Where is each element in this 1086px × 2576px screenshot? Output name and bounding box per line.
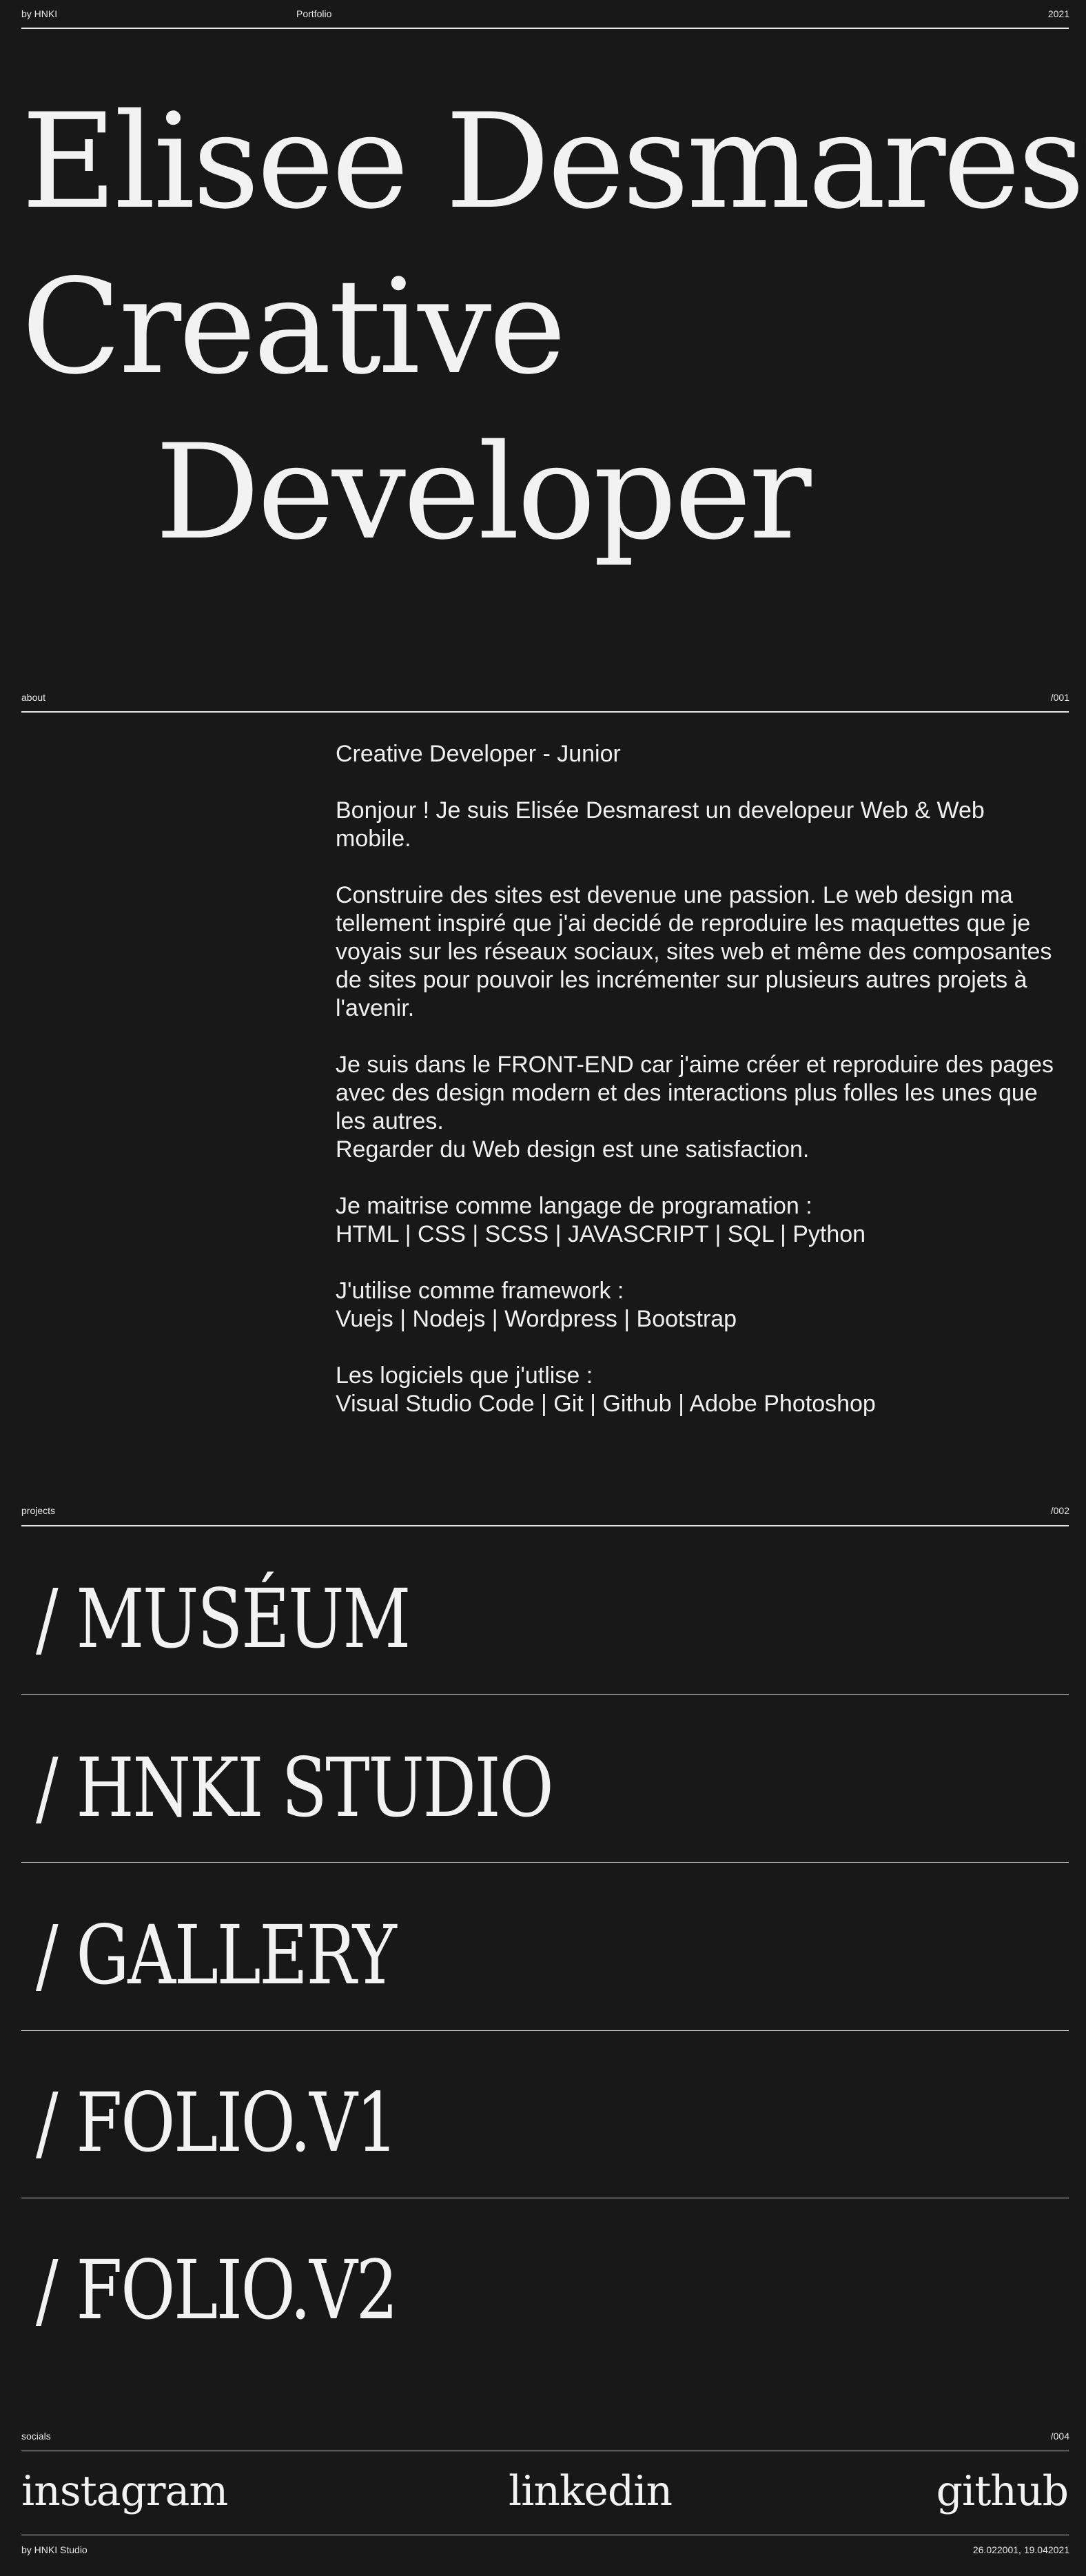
frameworks-list: Vuejs | Nodejs | Wordpress | Bootstrap [336,1306,737,1332]
about-software: Les logiciels que j'utlise : Visual Stud… [336,1362,1066,1418]
about-satisfaction: Regarder du Web design est une satisfact… [336,1136,810,1163]
languages-list: HTML | CSS | SCSS | JAVASCRIPT | SQL | P… [336,1221,866,1247]
projects-section-label: projects [21,1505,56,1516]
about-intro: Bonjour ! Je suis Elisée Desmarest un de… [336,797,985,852]
brand-label: by HNKI [21,8,58,19]
project-link-gallery[interactable]: / GALLERY [36,1914,397,1996]
project-link-hnki-studio[interactable]: / HNKI STUDIO [36,1747,554,1828]
project-divider [21,1694,1069,1695]
about-frontend: Je suis dans le FRONT-END car j'aime cré… [336,1051,1066,1164]
footer-dates: 26.022001, 19.042021 [972,2544,1069,2555]
project-link-folio-v1[interactable]: / FOLIO.V1 [36,2082,398,2163]
project-divider [21,2030,1069,2031]
project-divider [21,1862,1069,1863]
projects-divider [21,1525,1069,1526]
projects-section-number: /002 [1050,1505,1069,1516]
about-section-label: about [21,692,46,703]
hero-title-developer: Developer [155,416,812,569]
software-list: Visual Studio Code | Git | Github | Adob… [336,1391,876,1417]
about-section-number: /001 [1050,692,1069,703]
software-title: Les logiciels que j'utlise : [336,1362,593,1389]
socials-section-label: socials [21,2431,51,2442]
portfolio-label: Portfolio [296,8,332,19]
instagram-link[interactable]: instagram [21,2471,228,2512]
about-frameworks: J'utilise comme framework : Vuejs | Node… [336,1277,1066,1333]
socials-section-number: /004 [1050,2431,1069,2442]
languages-title: Je maitrise comme langage de programatio… [336,1193,812,1219]
project-link-folio-v2[interactable]: / FOLIO.V2 [36,2249,398,2331]
top-divider [21,28,1069,29]
hero-title-name: Elisee Desmarest [21,85,1086,238]
about-divider [21,711,1069,713]
about-title: Creative Developer - Junior [336,741,621,767]
about-content: Creative Developer - Junior Bonjour ! Je… [336,740,1066,1447]
about-frontend-text: Je suis dans le FRONT-END car j'aime cré… [336,1052,1054,1134]
hero-title-role: Creative [21,251,566,403]
about-passion: Construire des sites est devenue une pas… [336,882,1052,1021]
footer-studio: by HNKI Studio [21,2544,88,2555]
project-link-museum[interactable]: / MUSÉUM [36,1578,411,1659]
linkedin-link[interactable]: linkedin [509,2471,673,2512]
github-link[interactable]: github [936,2471,1069,2512]
year-label: 2021 [1047,8,1069,19]
frameworks-title: J'utilise comme framework : [336,1278,624,1304]
about-languages: Je maitrise comme langage de programatio… [336,1192,1066,1249]
